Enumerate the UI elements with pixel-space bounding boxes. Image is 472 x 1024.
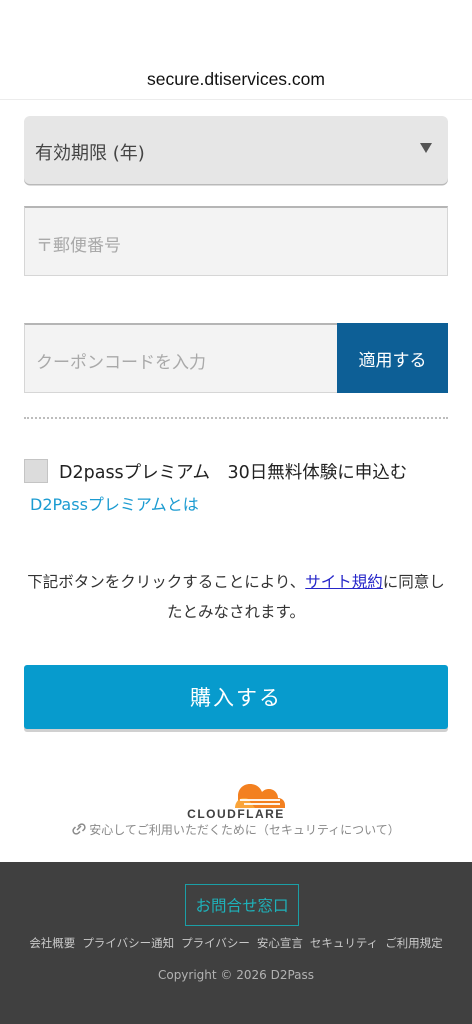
zip-code-placeholder: 〒郵便番号 <box>36 236 121 256</box>
security-info-link[interactable]: 安心してご利用いただくために（セキュリティについて） <box>0 821 472 838</box>
footer-links: 会社概要 プライバシー通知 プライバシー 安心宣言 セキュリティ ご利用規定 <box>0 935 472 951</box>
footer-link-security[interactable]: セキュリティ <box>310 935 378 951</box>
terms-notice-before: 下記ボタンをクリックすることにより、 <box>27 573 306 591</box>
footer-link-company[interactable]: 会社概要 <box>29 935 75 951</box>
url-text: secure.dtiservices.com <box>147 69 325 89</box>
dotted-divider <box>24 417 448 419</box>
browser-url-bar[interactable]: secure.dtiservices.com <box>0 0 472 100</box>
purchase-button[interactable]: 購入する <box>24 665 448 729</box>
contact-button[interactable]: お問合せ窓口 <box>185 884 299 926</box>
cloudflare-cloud-icon <box>235 784 285 808</box>
premium-info-link[interactable]: D2Passプレミアムとは <box>30 491 199 515</box>
cloudflare-wordmark: CLOUDFLARE <box>187 807 285 821</box>
chevron-down-icon <box>420 143 432 153</box>
apply-coupon-button[interactable]: 適用する <box>337 323 448 393</box>
footer-link-privacy-notice[interactable]: プライバシー通知 <box>82 935 174 951</box>
copyright-text: Copyright © 2026 D2Pass <box>157 968 315 982</box>
link-icon <box>72 823 86 835</box>
footer-link-safety[interactable]: 安心宣言 <box>257 935 303 951</box>
cloudflare-logo: CLOUDFLARE <box>180 782 292 822</box>
coupon-code-placeholder: クーポンコードを入力 <box>36 353 206 373</box>
site-footer: お問合せ窓口 会社概要 プライバシー通知 プライバシー 安心宣言 セキュリティ … <box>0 862 472 1024</box>
premium-trial-label[interactable]: D2passプレミアム 30日無料体験に申込む <box>59 459 407 484</box>
footer-link-terms[interactable]: ご利用規定 <box>385 935 443 951</box>
site-terms-link[interactable]: サイト規約 <box>305 573 383 591</box>
footer-link-privacy[interactable]: プライバシー <box>181 935 250 951</box>
expiry-year-select[interactable]: 有効期限 (年) <box>24 116 448 184</box>
zip-code-field[interactable]: 〒郵便番号 <box>24 206 448 276</box>
premium-trial-checkbox[interactable] <box>24 459 48 483</box>
expiry-year-value: 有効期限 (年) <box>35 143 145 164</box>
terms-notice: 下記ボタンをクリックすることにより、サイト規約に同意したとみなされます。 <box>24 567 448 627</box>
coupon-code-field[interactable]: クーポンコードを入力 <box>24 323 337 393</box>
security-info-text: 安心してご利用いただくために（セキュリティについて） <box>89 823 400 837</box>
